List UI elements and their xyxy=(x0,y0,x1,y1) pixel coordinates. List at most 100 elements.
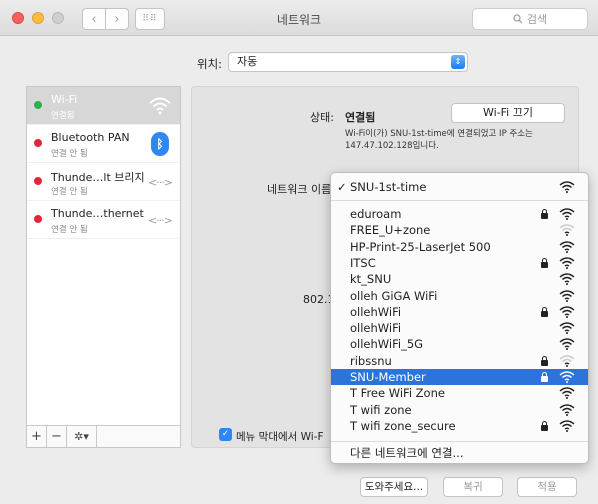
network-item[interactable]: ollehWiFi xyxy=(331,320,588,336)
status-dot xyxy=(34,101,42,109)
wifi-signal-icon xyxy=(559,224,575,237)
network-item[interactable]: ollehWiFi xyxy=(331,304,588,320)
wifi-signal-icon xyxy=(559,371,575,383)
apply-button[interactable]: 적용 xyxy=(517,477,577,497)
network-name-label: 네트워크 이름 xyxy=(267,183,332,196)
network-name: T Free WiFi Zone xyxy=(350,386,445,401)
network-name: T wifi zone xyxy=(350,402,412,417)
lock-icon xyxy=(541,257,548,268)
lock-icon xyxy=(541,420,548,431)
service-status: 연결 안 됨 xyxy=(51,187,88,197)
help-button[interactable]: 도와주세요... xyxy=(360,477,428,497)
status-dot xyxy=(34,139,42,147)
lock-icon xyxy=(541,306,548,317)
network-name: SNU-Member xyxy=(350,370,426,384)
separator xyxy=(331,441,588,442)
network-name: eduroam xyxy=(350,207,402,221)
show-in-menubar-label: 메뉴 막대에서 Wi-F xyxy=(236,431,324,443)
network-name: HP-Print-25-LaserJet 500 xyxy=(350,239,491,254)
show-in-menubar-checkbox[interactable]: ✓ xyxy=(219,428,232,441)
service-status: 연결됨 xyxy=(51,111,75,121)
network-item[interactable]: T Free WiFi Zone xyxy=(331,385,588,401)
network-name: SNU-1st-time xyxy=(350,180,427,194)
service-name: Thunde…lt 브리지 xyxy=(51,171,145,184)
status-dot xyxy=(34,215,42,223)
network-name: ITSC xyxy=(350,255,376,270)
service-item-bluetooth-pan[interactable]: Bluetooth PAN 연결 안 됨 ᛒ xyxy=(27,125,180,163)
add-service-button[interactable]: + xyxy=(27,426,47,447)
wifi-signal-icon xyxy=(559,257,575,269)
revert-button[interactable]: 복귀 xyxy=(443,477,503,497)
wifi-signal-icon xyxy=(559,354,575,367)
network-item[interactable]: T wifi zone_secure xyxy=(331,418,588,434)
network-name: FREE_U+zone xyxy=(350,223,431,238)
network-item[interactable]: ollehWiFi_5G xyxy=(331,336,588,352)
location-label: 위치: xyxy=(197,57,223,71)
wifi-signal-icon xyxy=(559,208,575,220)
status-label: 상태: xyxy=(310,111,334,124)
network-name: olleh GiGA WiFi xyxy=(350,288,438,303)
wifi-icon xyxy=(559,181,575,193)
lock-icon xyxy=(541,209,548,219)
wifi-signal-icon xyxy=(559,387,575,400)
network-name: kt_SNU xyxy=(350,272,392,287)
service-item-wifi[interactable]: Wi-Fi 연결됨 xyxy=(27,87,180,125)
search-placeholder: 검색 xyxy=(526,13,548,26)
title-bar: ‹ › ⠿⠿ 네트워크 검색 xyxy=(0,0,598,36)
service-list-toolbar: + − ✲▾ xyxy=(26,426,181,448)
network-item[interactable]: ITSC xyxy=(331,255,588,271)
network-name-dropdown[interactable]: ✓ SNU-1st-time 다른 네트워크에 연결... eduroam FRE… xyxy=(330,172,589,464)
network-name: T wifi zone_secure xyxy=(350,418,456,433)
network-item[interactable]: ribssnu xyxy=(331,353,588,369)
network-item[interactable]: kt_SNU xyxy=(331,271,588,287)
wifi-signal-icon xyxy=(559,273,575,286)
service-name: Thunde…thernet xyxy=(51,207,144,220)
wifi-signal-icon xyxy=(559,403,575,416)
service-name: Bluetooth PAN xyxy=(51,131,130,144)
service-item-thunderbolt-bridge[interactable]: Thunde…lt 브리지 연결 안 됨 <···> xyxy=(27,163,180,201)
status-dot xyxy=(34,177,42,185)
wifi-signal-icon xyxy=(559,240,575,253)
service-item-thunderbolt-ethernet[interactable]: Thunde…thernet 연결 안 됨 <···> xyxy=(27,201,180,239)
network-name: ollehWiFi xyxy=(350,321,402,336)
wifi-signal-icon xyxy=(559,420,575,432)
service-status: 연결 안 됨 xyxy=(51,225,88,235)
search-input[interactable]: 검색 xyxy=(472,8,588,30)
wifi-signal-icon xyxy=(559,306,575,318)
bluetooth-icon: ᛒ xyxy=(151,132,169,156)
wifi-signal-icon xyxy=(559,338,575,351)
status-value: 연결됨 xyxy=(345,111,376,124)
lock-icon xyxy=(541,372,548,382)
network-item[interactable]: eduroam xyxy=(331,206,588,222)
other-network-label: 다른 네트워크에 연결... xyxy=(350,446,464,460)
network-item[interactable]: FREE_U+zone xyxy=(331,222,588,238)
remove-service-button[interactable]: − xyxy=(47,426,67,447)
separator xyxy=(331,200,588,201)
thunderbolt-icon: <···> xyxy=(148,175,173,189)
checkmark-icon: ✓ xyxy=(337,180,347,194)
network-item[interactable]: HP-Print-25-LaserJet 500 xyxy=(331,239,588,255)
gear-menu-button[interactable]: ✲▾ xyxy=(67,426,97,447)
network-name: ollehWiFi xyxy=(350,304,402,319)
network-item[interactable]: olleh GiGA WiFi xyxy=(331,288,588,304)
location-value: 자동 xyxy=(237,55,258,68)
wifi-signal-icon xyxy=(559,322,575,335)
network-name: ollehWiFi_5G xyxy=(350,337,424,352)
wifi-icon xyxy=(148,95,172,117)
network-item[interactable]: SNU-Member xyxy=(331,369,588,385)
wifi-signal-icon xyxy=(559,289,575,302)
location-select[interactable]: 자동 ⇕ xyxy=(228,52,468,72)
service-list[interactable]: Wi-Fi 연결됨 Bluetooth PAN 연결 안 됨 ᛒ Thunde…… xyxy=(26,86,181,426)
network-name: ribssnu xyxy=(350,353,392,368)
search-icon xyxy=(513,14,523,24)
thunderbolt-icon: <···> xyxy=(148,213,173,227)
status-description: Wi-Fi이(가) SNU-1st-time에 연결되었고 IP 주소는 147… xyxy=(345,129,533,151)
service-name: Wi-Fi xyxy=(51,93,78,106)
service-status: 연결 안 됨 xyxy=(51,149,88,159)
current-network-item[interactable]: ✓ SNU-1st-time xyxy=(331,179,588,195)
other-network-item[interactable]: 다른 네트워크에 연결... xyxy=(331,445,588,461)
network-item[interactable]: T wifi zone xyxy=(331,402,588,418)
lock-icon xyxy=(541,355,548,366)
wifi-off-button[interactable]: Wi-Fi 끄기 xyxy=(451,103,565,123)
updown-arrows-icon: ⇕ xyxy=(451,55,465,69)
